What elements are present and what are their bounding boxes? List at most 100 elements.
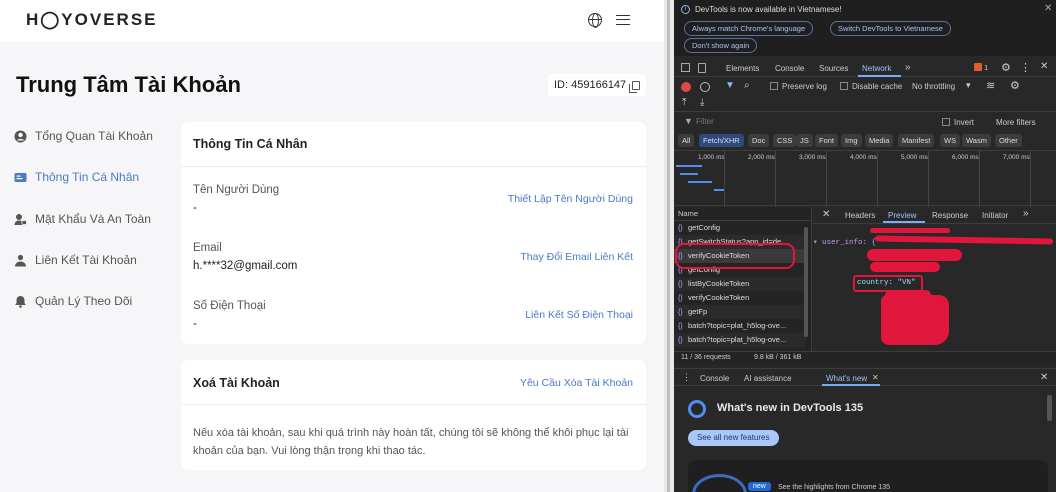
more-options-icon[interactable]: ⋮ [1020,61,1031,74]
dont-show-button[interactable]: Don't show again [684,38,758,53]
issues-icon[interactable] [974,63,982,71]
red-annotation [881,295,949,345]
close-icon[interactable]: ✕ [822,209,830,220]
xhr-icon: {} [678,323,683,330]
request-row[interactable]: {} batch?topic=plat_h5log-ove... [674,333,806,347]
request-row[interactable]: {} getFp [674,305,806,319]
highlights-card[interactable]: new See the highlights from Chrome 135 [688,460,1048,492]
waterfall-bar [680,173,698,175]
more-tabs-chevron-icon[interactable]: » [905,62,911,73]
timeline-tick: 4,000 ms [850,154,877,161]
more-tabs-chevron-icon[interactable]: » [1023,208,1029,219]
hoyoverse-logo[interactable]: H◯YOVERSE [26,10,158,30]
name-column-header[interactable]: Name [678,209,698,218]
network-toolbar: ▼ ⌕ Preserve log Disable cache No thrott… [674,78,1056,112]
devtools-resize-handle[interactable] [664,0,674,492]
match-language-button[interactable]: Always match Chrome's language [684,21,814,36]
tab-elements[interactable]: Elements [726,64,759,73]
type-filter-manifest[interactable]: Manifest [898,134,935,147]
disable-cache-checkbox[interactable] [840,82,848,90]
account-id-badge[interactable]: ID: 459166147 [548,74,647,96]
chrome-devtools-icon [688,400,706,418]
export-har-icon[interactable]: ⤓ [700,97,704,108]
wifi-icon[interactable]: ≋ [986,79,995,92]
sidebar-item-linked-accounts[interactable]: Liên Kết Tài Khoản [14,250,137,270]
network-settings-icon[interactable]: ⚙ [1010,79,1020,92]
type-filter-ws[interactable]: WS [940,134,961,147]
phone-value: - [193,318,197,330]
tab-console[interactable]: Console [775,64,804,73]
hamburger-menu-icon[interactable] [616,15,630,25]
close-icon[interactable]: ✕ [872,373,879,382]
json-key-user-info[interactable]: ▾ user_info: { [813,237,876,247]
timeline-tick: 7,000 ms [1003,154,1030,161]
filter-input[interactable] [696,115,936,128]
type-filter-media[interactable]: Media [865,134,894,147]
device-toolbar-icon[interactable] [698,63,706,73]
tab-preview[interactable]: Preview [888,211,916,220]
throttling-select[interactable]: No throttling [912,82,955,91]
type-filter-fetch-xhr[interactable]: Fetch/XHR [699,134,744,147]
request-delete-link[interactable]: Yêu Cầu Xóa Tài Khoản [520,377,633,389]
link-phone-link[interactable]: Liên Kết Số Điện Thoại [525,309,633,321]
sidebar-item-personal-info[interactable]: Thông Tin Cá Nhân [14,167,139,187]
type-filter-wasm[interactable]: Wasm [962,134,991,147]
tab-initiator[interactable]: Initiator [982,211,1008,220]
tab-headers[interactable]: Headers [845,211,875,220]
switch-language-button[interactable]: Switch DevTools to Vietnamese [830,21,951,36]
request-detail-pane: ✕ Headers Preview Response Initiator » ▾… [813,207,1056,351]
grid-line [775,151,776,207]
invert-checkbox[interactable] [942,118,950,126]
type-filter-css[interactable]: CSS [773,134,797,147]
settings-gear-icon[interactable]: ⚙ [1001,61,1011,74]
type-filter-other[interactable]: Other [995,134,1022,147]
set-username-link[interactable]: Thiết Lập Tên Người Dùng [508,193,633,205]
request-row[interactable]: {} batch?topic=plat_h5log-ove... [674,319,806,333]
copy-icon[interactable] [629,80,641,93]
tab-response[interactable]: Response [932,211,968,220]
globe-icon[interactable] [588,13,602,28]
filter-funnel-icon[interactable]: ▼ [725,80,735,91]
page-title: Trung Tâm Tài Khoản [16,72,241,97]
preserve-log-checkbox[interactable] [770,82,778,90]
type-filter-doc[interactable]: Doc [748,134,770,147]
record-icon[interactable] [681,82,691,92]
request-row[interactable]: {} verifyCookieToken [674,291,806,305]
request-row[interactable]: {} listByCookieToken [674,277,806,291]
type-filter-all[interactable]: All [678,134,695,147]
clear-icon[interactable] [700,82,710,92]
type-filter-font[interactable]: Font [815,134,839,147]
see-all-features-button[interactable]: See all new features [688,430,779,446]
scrollbar[interactable] [1047,395,1052,421]
close-devtools-icon[interactable]: ✕ [1040,61,1048,72]
network-status-bar: 11 / 36 requests 9.8 kB / 361 kB [674,351,1056,365]
drawer-tab-whats-new[interactable]: What's new [826,374,867,383]
sidebar-item-follow-management[interactable]: Quản Lý Theo Dõi [14,291,132,311]
personal-info-card: Thông Tin Cá Nhân Tên Người Dùng - Thiết… [181,122,646,344]
tab-sources[interactable]: Sources [819,64,848,73]
sidebar-item-overview[interactable]: Tổng Quan Tài Khoản [14,126,153,146]
timeline-overview[interactable]: 1,000 ms 2,000 ms 3,000 ms 4,000 ms 5,00… [674,150,1056,207]
divider [181,404,646,405]
drawer-menu-icon[interactable]: ⋮ [682,372,691,383]
sidebar-item-password-security[interactable]: Mật Khẩu Và An Toàn [14,209,151,229]
search-icon[interactable]: ⌕ [744,80,750,91]
devtools-tabbar: Elements Console Sources Network » 1 ⚙ ⋮… [674,59,1056,77]
grid-line [877,151,878,207]
more-filters-dropdown[interactable]: More filters [996,118,1036,127]
waterfall-bar [688,181,712,183]
scrollbar[interactable] [804,227,808,337]
inspect-icon[interactable] [681,63,690,72]
request-row[interactable]: {} getConfig [674,221,806,235]
drawer-tab-console[interactable]: Console [700,374,729,383]
close-drawer-icon[interactable]: ✕ [1040,372,1048,383]
tab-network[interactable]: Network [862,64,891,73]
type-filter-js[interactable]: JS [796,134,813,147]
sidebar-item-label: Liên Kết Tài Khoản [35,253,137,267]
close-icon[interactable]: ✕ [1044,3,1052,14]
type-filter-img[interactable]: Img [841,134,862,147]
drawer-tab-ai-assistance[interactable]: AI assistance [744,374,792,383]
change-email-link[interactable]: Thay Đổi Email Liên Kết [520,251,633,263]
import-har-icon[interactable]: ⤒ [682,97,686,108]
chevron-down-icon[interactable]: ▾ [966,80,971,91]
